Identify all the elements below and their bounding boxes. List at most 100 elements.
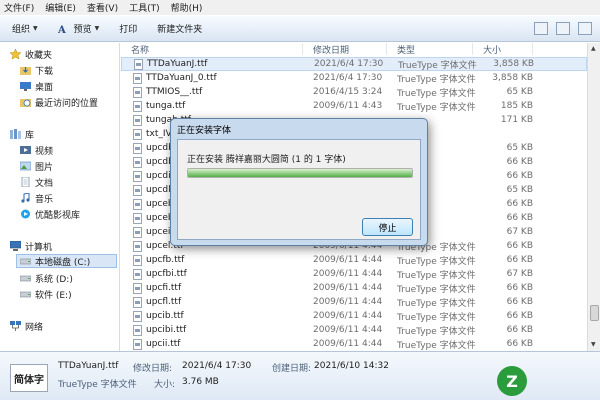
file-size: 66 KB [506, 311, 533, 321]
nav-documents[interactable]: 文档 [20, 175, 53, 189]
preview-button[interactable]: A 预览 ▼ [58, 22, 100, 36]
chevron-down-icon: ▼ [94, 25, 100, 32]
network-icon [10, 321, 21, 331]
file-row[interactable]: TTDaYuanJ_0.ttf 2021/6/4 17:30 TrueType 字体… [121, 71, 587, 85]
file-row[interactable]: tunga.ttf 2009/6/11 4:43 TrueType 字体文件 185 … [121, 99, 587, 113]
scrollbar-thumb[interactable] [590, 305, 599, 321]
file-name: upcfbi.ttf [146, 269, 187, 279]
file-row[interactable]: upcibi.ttf 2009/6/11 4:44 TrueType 字体文件 66 … [121, 323, 587, 337]
nav-drive-e[interactable]: 软件 (E:) [20, 287, 72, 301]
file-size: 67 KB [506, 227, 533, 237]
file-size: 66 KB [506, 325, 533, 335]
nav-pictures[interactable]: 图片 [20, 159, 53, 173]
nav-youku[interactable]: 优酷影视库 [20, 207, 80, 221]
nav-drive-d[interactable]: 系统 (D:) [20, 271, 73, 285]
nav-computer[interactable]: 计算机 [10, 239, 52, 253]
nav-videos[interactable]: 视频 [20, 143, 53, 157]
nav-network[interactable]: 网络 [10, 319, 43, 333]
nav-drive-c[interactable]: 本地磁盘 (C:) [16, 254, 117, 268]
dialog-title: 正在安装字体 [177, 126, 232, 136]
nav-libraries[interactable]: 库 [10, 127, 34, 141]
stop-button[interactable]: 停止 [362, 218, 413, 236]
file-name-cell: upcfb.ttf [121, 254, 303, 266]
menu-view[interactable]: 查看(V) [87, 1, 118, 14]
file-row[interactable]: upcfi.ttf 2009/6/11 4:44 TrueType 字体文件 66 K… [121, 281, 587, 295]
nav-favorites[interactable]: 收藏夹 [10, 47, 52, 61]
nav-music[interactable]: 音乐 [20, 191, 53, 205]
column-header-name[interactable]: 名称 [121, 43, 303, 56]
font-file-icon [133, 296, 142, 308]
file-name-cell: upcfi.ttf [121, 282, 303, 294]
preview-pane-icon[interactable] [556, 22, 570, 35]
chevron-down-icon: ▼ [33, 25, 38, 32]
details-modified-label: 修改日期: [133, 364, 173, 374]
file-name-cell: upcfl.ttf [121, 296, 303, 308]
nav-recent[interactable]: 最近访问的位置 [20, 95, 98, 109]
print-button[interactable]: 打印 [119, 22, 137, 35]
view-options-icon[interactable] [534, 22, 548, 35]
nav-downloads-label: 下载 [35, 66, 54, 77]
details-modified-value: 2021/6/4 17:30 [182, 361, 252, 371]
file-row[interactable]: upcfbi.ttf 2009/6/11 4:44 TrueType 字体文件 67 … [121, 267, 587, 281]
font-file-icon [133, 114, 142, 126]
file-date: 2009/6/11 4:43 [313, 101, 383, 111]
file-name-cell: TTDaYuanJ.ttf [122, 58, 304, 70]
file-date: 2009/6/11 4:44 [313, 325, 383, 335]
menu-tools[interactable]: 工具(T) [129, 1, 160, 14]
drive-icon [20, 291, 31, 298]
vertical-scrollbar[interactable]: ▲ ▼ [587, 43, 600, 351]
details-filename: TTDaYuanJ.ttf [58, 361, 119, 371]
file-row[interactable]: upcfl.ttf 2009/6/11 4:44 TrueType 字体文件 66 K… [121, 295, 587, 309]
file-date: 2016/4/15 3:24 [313, 87, 383, 97]
scroll-down-icon[interactable]: ▼ [591, 341, 596, 348]
recent-places-icon [20, 99, 31, 107]
nav-downloads[interactable]: 下载 [20, 63, 53, 77]
column-header-size[interactable]: 大小 [473, 43, 533, 56]
scroll-up-icon[interactable]: ▲ [591, 45, 596, 52]
video-icon [20, 146, 31, 154]
new-folder-button[interactable]: 新建文件夹 [157, 22, 202, 35]
computer-icon [10, 241, 21, 251]
file-type: TrueType 字体文件 [397, 312, 476, 323]
menu-help[interactable]: 帮助(H) [171, 1, 203, 14]
file-type: TrueType 字体文件 [397, 270, 476, 281]
file-row[interactable]: TTDaYuanJ.ttf 2021/6/4 17:30 TrueType 字体文件… [121, 57, 587, 71]
font-preview-thumbnail: 简体字 [10, 364, 48, 392]
file-name-cell: upcib.ttf [121, 310, 303, 322]
menu-file[interactable]: 文件(F) [4, 1, 34, 14]
file-date: 2021/6/4 17:30 [313, 73, 383, 83]
file-row[interactable]: upcib.ttf 2009/6/11 4:44 TrueType 字体文件 66 K… [121, 309, 587, 323]
help-icon[interactable] [578, 22, 592, 35]
font-file-icon [133, 254, 142, 266]
file-size: 66 KB [506, 339, 533, 349]
font-file-icon [133, 240, 142, 252]
file-size: 66 KB [506, 241, 533, 251]
font-file-icon [133, 324, 142, 336]
file-row[interactable]: TTMIOS__.ttf 2016/4/15 3:24 TrueType 字体文件 6… [121, 85, 587, 99]
install-progress-fill [188, 169, 412, 177]
organize-button[interactable]: 组织 ▼ [12, 22, 38, 35]
column-header-type[interactable]: 类型 [387, 43, 473, 56]
new-folder-label: 新建文件夹 [157, 25, 203, 35]
file-row[interactable]: upcfb.ttf 2009/6/11 4:44 TrueType 字体文件 66 K… [121, 253, 587, 267]
file-name: upcibi.ttf [146, 325, 187, 335]
nav-favorites-label: 收藏夹 [25, 50, 53, 61]
nav-desktop[interactable]: 桌面 [20, 79, 53, 93]
library-icon [10, 129, 21, 139]
details-size-label: 大小: [154, 380, 176, 390]
nav-drive-d-label: 系统 (D:) [35, 274, 73, 285]
file-name: upcfi.ttf [146, 283, 182, 293]
font-file-icon [133, 310, 142, 322]
nav-music-label: 音乐 [35, 194, 54, 205]
nav-documents-label: 文档 [35, 178, 54, 189]
file-row[interactable]: upcii.ttf 2009/6/11 4:44 TrueType 字体文件 66 K… [121, 337, 587, 351]
file-size: 66 KB [506, 199, 533, 209]
column-header-date[interactable]: 修改日期 [303, 43, 387, 56]
file-name: tunga.ttf [146, 101, 186, 111]
file-type: TrueType 字体文件 [397, 326, 476, 337]
font-file-icon [133, 72, 142, 84]
file-type: TrueType 字体文件 [397, 74, 476, 85]
file-size: 185 KB [500, 101, 533, 111]
file-size: 67 KB [506, 269, 533, 279]
menu-edit[interactable]: 编辑(E) [45, 1, 76, 14]
